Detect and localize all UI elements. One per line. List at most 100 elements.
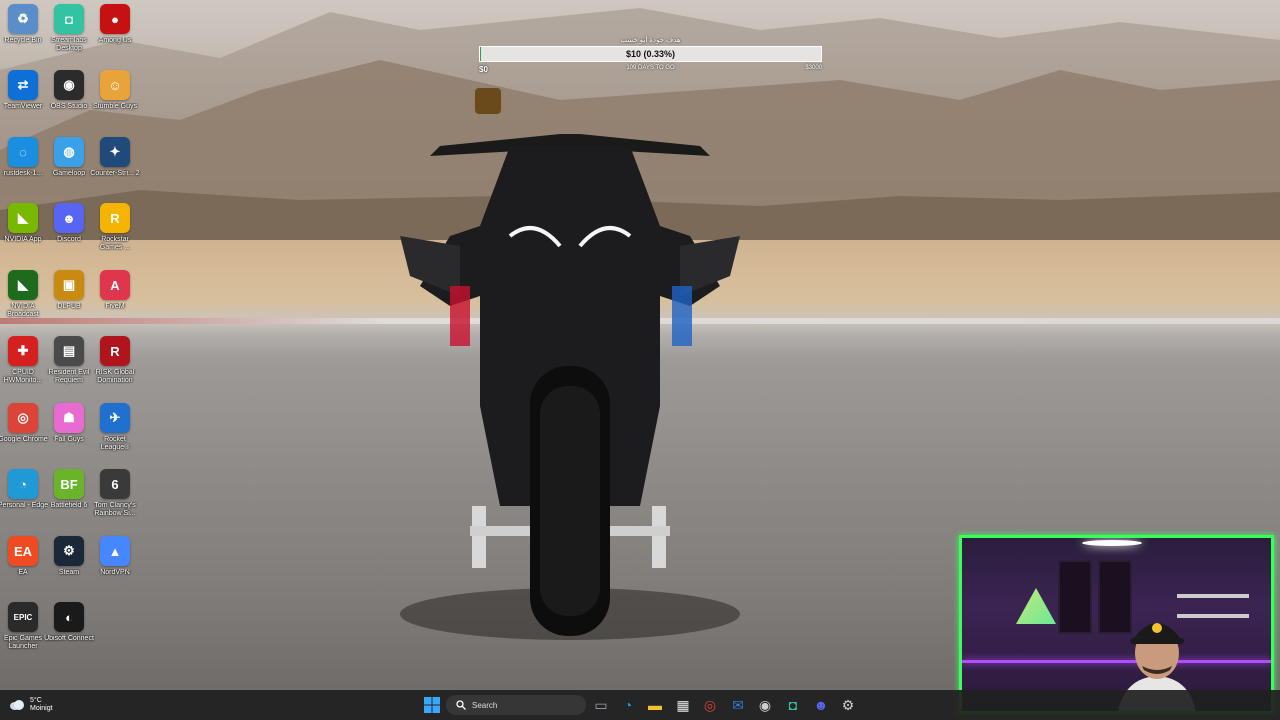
goal-footer: $0 109 DAYS TO GO $3000: [479, 62, 822, 74]
cloud-icon: [10, 700, 24, 710]
taskbar-app-button[interactable]: ☻: [811, 695, 831, 715]
desktop-shortcut-label: RISK Global Domination: [95, 369, 135, 384]
desktop-shortcut[interactable]: ◉ OBS Studio: [46, 70, 92, 134]
taskbar-app-button[interactable]: ◔: [618, 695, 638, 715]
nvidia-app-icon: ◣: [8, 203, 38, 233]
fall-guys-icon: ☗: [54, 403, 84, 433]
ceiling-lamp: [1082, 540, 1142, 546]
risk-icon: R: [100, 336, 130, 366]
desktop-shortcut[interactable]: ⚙ Steam: [46, 536, 92, 600]
edge-taskbar-icon: ◔: [623, 697, 633, 713]
ubisoft-connect-icon: ◐: [54, 602, 84, 632]
rustdesk-icon: ◌: [8, 137, 38, 167]
desktop-shortcut[interactable]: EA EA: [0, 536, 46, 600]
desktop-shortcut[interactable]: ◎ Google Chrome: [0, 403, 48, 467]
ea-icon: EA: [8, 536, 38, 566]
desktop-shortcut-label: Stumble Guys: [93, 103, 137, 110]
taskbar-app-button[interactable]: ◘: [783, 695, 803, 715]
desktop-shortcut-label: Google Chrome: [0, 436, 48, 443]
desktop-shortcut-label: NordVPN: [100, 569, 130, 576]
rainbow-six-icon: 6: [100, 469, 130, 499]
desktop-shortcut[interactable]: ▲ NordVPN: [92, 536, 138, 600]
desktop-shortcut[interactable]: ● Among Us: [92, 4, 138, 68]
obs-studio-icon: ◉: [54, 70, 84, 100]
file-explorer-icon: ▬: [648, 697, 662, 713]
dlpub-icon: ▣: [54, 270, 84, 300]
desktop-shortcut[interactable]: BF Battlefield 6: [46, 469, 92, 533]
desktop-shortcut[interactable]: ✦ Counter-Stri... 2: [90, 137, 140, 201]
desktop-shortcut[interactable]: ◘ Streamlabs Desktop: [46, 4, 92, 68]
gameloop-icon: ◍: [54, 137, 84, 167]
desktop-shortcut[interactable]: ☗ Fall Guys: [46, 403, 92, 467]
taskbar-app-button[interactable]: ▦: [673, 695, 693, 715]
chrome-icon: ◎: [8, 403, 38, 433]
weather-temp: 5°C: [30, 697, 42, 704]
recycle-bin-icon: ♻: [8, 4, 38, 34]
desktop-shortcut-label: Steam: [58, 569, 80, 576]
nvidia-broadcast-icon: ◣: [8, 270, 38, 300]
wall-shelf: [1177, 594, 1249, 598]
weather-widget[interactable]: 5°C Moinigt: [10, 695, 53, 715]
desktop-shortcut-label: Fall Guys: [54, 436, 84, 443]
desktop-shortcut-label: Among Us: [98, 37, 132, 44]
desktop-shortcut[interactable]: ▤ Resident Evil Requiem: [46, 336, 92, 400]
desktop-shortcut[interactable]: ☻ Discord: [46, 203, 92, 267]
desktop-shortcut[interactable]: ◐ Ubisoft Connect: [44, 602, 94, 666]
desktop-shortcut-label: rustdesk-1...: [3, 170, 43, 177]
search-icon: [456, 700, 466, 710]
taskbar-app-button[interactable]: ◉: [755, 695, 775, 715]
desktop-shortcut-label: Epic Games Launcher: [3, 635, 43, 650]
taskbar: 5°C Moinigt Search ▭ ◔ ▬ ▦ ◎ ✉ ◉ ◘ ☻ ⚙: [0, 690, 1280, 720]
taskbar-app-button[interactable]: ◎: [700, 695, 720, 715]
stumble-guys-icon: ☺: [100, 70, 130, 100]
desktop-shortcut[interactable]: ♻ Recycle Bin: [0, 4, 46, 68]
desktop-shortcut-label: NVIDIA Broadcast: [7, 303, 39, 318]
desktop-shortcut-label: Resident Evil Requiem: [48, 369, 90, 384]
desktop-shortcut[interactable]: ◣ NVIDIA App: [0, 203, 46, 267]
desktop-shortcut[interactable]: ✈ Rocket League®: [92, 403, 138, 467]
desktop-shortcut-label: FiveM: [105, 303, 125, 310]
goal-caption: هدف جودة ابو خشب: [620, 37, 681, 44]
taskbar-app-button[interactable]: ▭: [591, 695, 611, 715]
desktop-shortcut-label: OBS Studio: [50, 103, 88, 110]
desktop-shortcut-label: Counter-Stri... 2: [90, 170, 140, 177]
desktop-shortcut[interactable]: A FiveM: [92, 270, 138, 334]
desktop-shortcut[interactable]: ▣ DLPUB: [46, 270, 92, 334]
taskbar-app-button[interactable]: ⚙: [838, 695, 858, 715]
desktop-shortcut[interactable]: R RISK Global Domination: [92, 336, 138, 400]
goal-days-label: 109 DAYS TO GO: [626, 65, 675, 71]
goal-end-label: $3000: [805, 65, 822, 71]
hwmonitor-icon: ✚: [8, 336, 38, 366]
taskbar-app-button[interactable]: ▬: [645, 695, 665, 715]
desktop-shortcut[interactable]: ◍ Gameloop: [46, 137, 92, 201]
streamlabs-taskbar-icon: ◘: [788, 697, 798, 713]
desktop-icon-grid: ♻ Recycle Bin ◘ Streamlabs Desktop ● Among Us…: [0, 0, 140, 690]
battlefield-icon: BF: [54, 469, 84, 499]
desktop-shortcut[interactable]: R Rockstar Games ...: [92, 203, 138, 267]
desktop-shortcut[interactable]: ◌ rustdesk-1...: [0, 137, 46, 201]
desktop-shortcut-label: Ubisoft Connect: [44, 635, 94, 642]
start-button[interactable]: [422, 695, 442, 715]
webcam-overlay: [959, 535, 1274, 714]
taskbar-search[interactable]: Search: [446, 695, 586, 715]
desktop-shortcut[interactable]: ✚ CPUID HWMonito...: [0, 336, 46, 400]
resident-evil-icon: ▤: [54, 336, 84, 366]
desktop-shortcut[interactable]: ◔ Personal - Edge: [0, 469, 48, 533]
desktop-shortcut-label: Tom Clancy's Rainbow Si...: [94, 502, 136, 517]
discord-icon: ☻: [54, 203, 84, 233]
desktop-shortcut[interactable]: 6 Tom Clancy's Rainbow Si...: [92, 469, 138, 533]
motorcycle-image: [400, 88, 740, 640]
taskbar-app-button[interactable]: ✉: [728, 695, 748, 715]
desktop-shortcut[interactable]: ⇄ TeamViewer: [0, 70, 46, 134]
desktop-shortcut[interactable]: ☺ Stumble Guys: [92, 70, 138, 134]
edge-icon: ◔: [8, 469, 38, 499]
mail-icon: ✉: [732, 696, 744, 713]
desktop-shortcut-label: TeamViewer: [3, 103, 43, 110]
epic-games-icon: EPIC: [8, 602, 38, 632]
nordvpn-icon: ▲: [100, 536, 130, 566]
desktop-shortcut[interactable]: EPIC Epic Games Launcher: [0, 602, 46, 666]
desktop-shortcut[interactable]: ◣ NVIDIA Broadcast: [0, 270, 46, 334]
teamviewer-icon: ⇄: [8, 70, 38, 100]
discord-taskbar-icon: ☻: [813, 697, 829, 713]
fivem-icon: A: [100, 270, 130, 300]
